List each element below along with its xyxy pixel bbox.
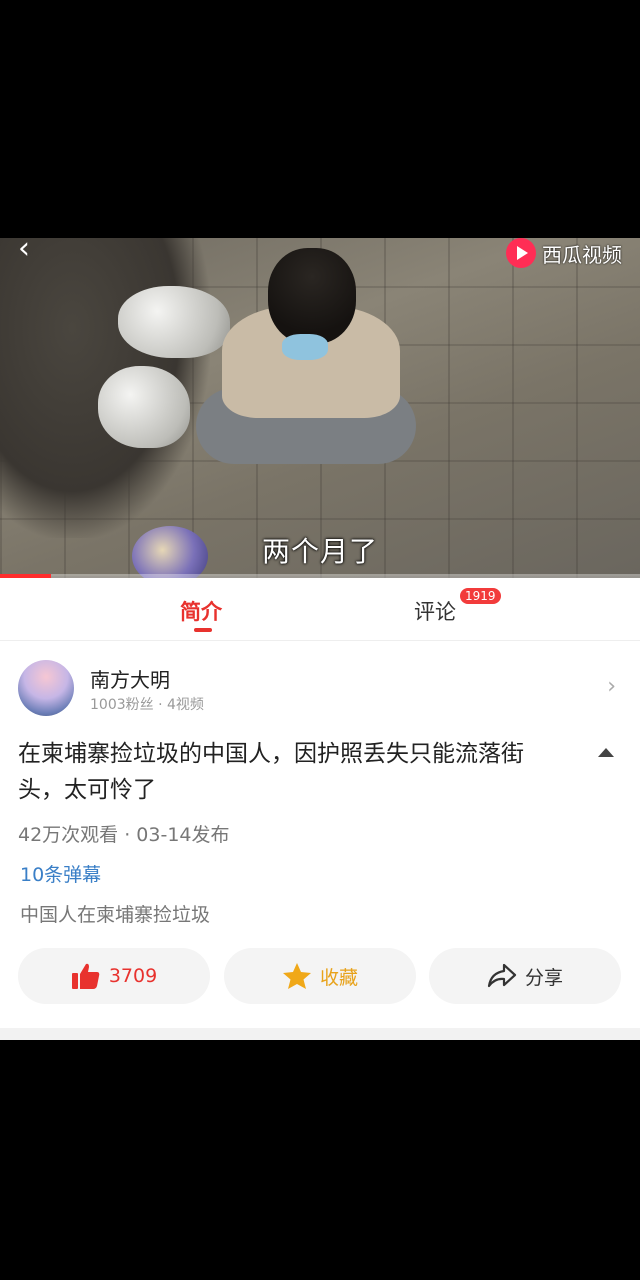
face-mask	[282, 334, 328, 360]
plastic-bag	[118, 286, 230, 358]
author-row[interactable]: 南方大明 1003粉丝 · 4视频 ›	[18, 660, 622, 716]
share-button[interactable]: 分享	[429, 948, 621, 1004]
video-tag[interactable]: 中国人在柬埔寨捡垃圾	[20, 900, 210, 927]
video-title: 在柬埔寨捡垃圾的中国人，因护照丢失只能流落街头，太可怜了	[18, 741, 524, 803]
author-meta: 1003粉丝 · 4视频	[90, 697, 204, 713]
tab-bar: 简介 评论 1919	[0, 578, 640, 641]
danmu-link[interactable]: 10条弹幕	[20, 860, 101, 887]
plastic-bag	[98, 366, 190, 448]
comment-count-badge: 1919	[460, 588, 501, 604]
tab-intro[interactable]: 简介	[180, 596, 222, 626]
author-name[interactable]: 南方大明	[90, 664, 170, 693]
avatar[interactable]	[18, 660, 74, 716]
brand-name: 西瓜视频	[542, 242, 622, 267]
share-label: 分享	[524, 966, 563, 989]
person-head	[268, 248, 356, 344]
action-bar: 3709 收藏 分享	[18, 948, 622, 1004]
favorite-button[interactable]: 收藏	[224, 948, 416, 1004]
xigua-play-icon	[506, 238, 536, 268]
xigua-logo: 西瓜视频	[506, 238, 622, 268]
active-tab-indicator	[194, 628, 212, 632]
favorite-label: 收藏	[319, 966, 358, 989]
bottom-divider	[0, 1028, 640, 1040]
like-button[interactable]: 3709	[18, 948, 210, 1004]
thumbs-up-icon	[71, 962, 101, 990]
like-count: 3709	[108, 965, 158, 987]
view-stats: 42万次观看 · 03-14发布	[18, 824, 230, 846]
back-arrow-icon[interactable]: ‹	[18, 238, 30, 264]
video-player[interactable]: ‹ 西瓜视频 两个月了	[0, 238, 640, 578]
share-arrow-icon	[487, 963, 517, 989]
collapse-caret-icon[interactable]	[598, 748, 614, 757]
tab-comments[interactable]: 评论	[414, 596, 456, 626]
star-icon	[282, 962, 312, 990]
video-info-panel: 简介 评论 1919 南方大明 1003粉丝 · 4视频 › 在柬埔寨捡垃圾的中…	[0, 578, 640, 1040]
video-subtitle: 两个月了	[261, 535, 378, 568]
chevron-right-icon[interactable]: ›	[607, 674, 616, 699]
